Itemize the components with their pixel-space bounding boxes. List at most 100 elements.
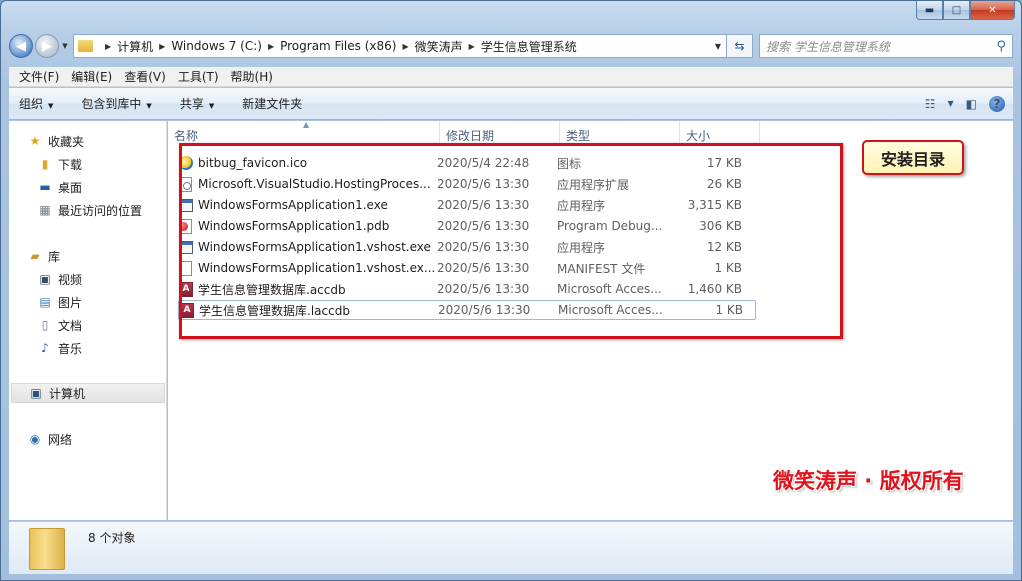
pdb-file-icon xyxy=(178,218,194,234)
file-name: 学生信息管理数据库.laccdb xyxy=(199,303,350,318)
breadcrumb-separator-icon[interactable]: ▶ xyxy=(469,42,475,51)
star-icon: ★ xyxy=(29,134,41,148)
file-row[interactable]: WindowsFormsApplication1.vshost.ex... 20… xyxy=(178,258,756,278)
breadcrumb-separator-icon[interactable]: ▶ xyxy=(159,42,165,51)
new-folder-button[interactable]: 新建文件夹 xyxy=(242,95,302,112)
search-input[interactable]: 搜索 学生信息管理系统 ⚲ xyxy=(759,34,1013,58)
breadcrumb-item-program-files[interactable]: Program Files (x86) xyxy=(280,39,396,53)
column-label: 大小 xyxy=(686,129,711,143)
exe-file-icon xyxy=(178,197,194,213)
nav-item-network[interactable]: ◉ 网络 xyxy=(27,429,72,449)
file-date: 2020/5/6 13:30 xyxy=(437,177,530,191)
column-header-name[interactable]: ▲ 名称 xyxy=(168,120,440,145)
file-name: 学生信息管理数据库.accdb xyxy=(198,282,346,297)
nav-label: 图片 xyxy=(58,295,83,310)
breadcrumb-item-drive[interactable]: Windows 7 (C:) xyxy=(171,39,262,53)
forward-button[interactable]: ▶ xyxy=(35,34,59,58)
nav-item-desktop[interactable]: ▬ 桌面 xyxy=(37,177,82,197)
command-bar: 组织 ▼ 包含到库中 ▼ 共享 ▼ 新建文件夹 ☷ ▼ ◧ ? xyxy=(9,88,1013,120)
file-name: WindowsFormsApplication1.vshost.exe xyxy=(198,240,431,254)
nav-item-pictures[interactable]: ▤ 图片 xyxy=(37,292,82,312)
file-name-cell: WindowsFormsApplication1.exe xyxy=(178,197,437,213)
music-icon: ♪ xyxy=(41,341,49,355)
nav-item-recent[interactable]: ▦ 最近访问的位置 xyxy=(37,200,142,220)
recent-pages-dropdown[interactable]: ▼ xyxy=(59,42,71,50)
menu-edit[interactable]: 编辑(E) xyxy=(65,68,118,85)
file-name-cell: Microsoft.VisualStudio.HostingProces... xyxy=(178,176,437,192)
file-row[interactable]: WindowsFormsApplication1.pdb 2020/5/6 13… xyxy=(178,216,756,236)
file-name-cell: WindowsFormsApplication1.vshost.ex... xyxy=(178,260,437,276)
nav-label: 音乐 xyxy=(58,341,83,356)
nav-item-downloads[interactable]: ▮ 下载 xyxy=(37,154,82,174)
file-size: 1 KB xyxy=(714,261,742,275)
network-icon: ◉ xyxy=(29,432,41,446)
file-size: 17 KB xyxy=(706,156,742,170)
address-bar[interactable]: ▶ 计算机 ▶ Windows 7 (C:) ▶ Program Files (… xyxy=(73,34,727,58)
file-date: 2020/5/6 13:30 xyxy=(437,219,530,233)
breadcrumb-item-vendor[interactable]: 微笑涛声 xyxy=(415,38,463,55)
file-size: 26 KB xyxy=(706,177,742,191)
menu-tools[interactable]: 工具(T) xyxy=(172,68,225,85)
preview-pane-icon[interactable]: ◧ xyxy=(966,97,977,111)
file-name: bitbug_favicon.ico xyxy=(198,156,308,170)
documents-icon: ▯ xyxy=(41,318,49,332)
breadcrumb-item-current[interactable]: 学生信息管理系统 xyxy=(481,38,577,55)
file-type: Microsoft Acces... xyxy=(558,303,663,317)
file-list: ▲ 名称 修改日期 类型 大小 bitbug_favicon.ico 2020/5… xyxy=(168,120,1013,520)
file-size: 1,460 KB xyxy=(687,282,742,296)
nav-item-videos[interactable]: ▣ 视频 xyxy=(37,269,82,289)
organize-button[interactable]: 组织 ▼ xyxy=(19,95,53,112)
address-history-dropdown[interactable]: ▼ xyxy=(710,42,726,51)
back-button[interactable]: ◀ xyxy=(9,34,33,58)
file-date: 2020/5/6 13:30 xyxy=(437,282,530,296)
access-file-icon: A xyxy=(178,281,194,297)
breadcrumb-item-computer[interactable]: 计算机 xyxy=(117,38,153,55)
file-size: 306 KB xyxy=(699,219,742,233)
nav-label: 最近访问的位置 xyxy=(58,203,143,218)
video-icon: ▣ xyxy=(39,272,51,286)
forward-arrow-icon: ▶ xyxy=(42,38,52,54)
share-button[interactable]: 共享 ▼ xyxy=(180,95,214,112)
file-size: 1 KB xyxy=(715,303,743,317)
include-in-library-button[interactable]: 包含到库中 ▼ xyxy=(81,95,151,112)
column-label: 名称 xyxy=(174,129,199,143)
computer-icon: ▣ xyxy=(30,386,42,400)
nav-item-computer[interactable]: ▣ 计算机 xyxy=(11,383,165,403)
nav-item-favorites[interactable]: ★ 收藏夹 xyxy=(27,131,84,151)
nav-item-music[interactable]: ♪ 音乐 xyxy=(37,338,82,358)
column-header-type[interactable]: 类型 xyxy=(560,121,680,145)
breadcrumb-separator-icon[interactable]: ▶ xyxy=(268,42,274,51)
column-header-size[interactable]: 大小 xyxy=(680,121,760,145)
view-mode-dropdown-icon[interactable]: ▼ xyxy=(948,99,954,108)
file-row-selected[interactable]: A 学生信息管理数据库.laccdb 2020/5/6 13:30 Microso… xyxy=(178,300,756,320)
nav-label: 下载 xyxy=(58,157,83,172)
column-header-date[interactable]: 修改日期 xyxy=(440,121,560,145)
file-type: Program Debug... xyxy=(557,219,663,233)
maximize-button[interactable]: □ xyxy=(943,1,970,20)
address-row: ◀ ▶ ▼ ▶ 计算机 ▶ Windows 7 (C:) ▶ Program F… xyxy=(9,33,1013,59)
search-icon[interactable]: ⚲ xyxy=(996,39,1006,54)
file-date: 2020/5/4 22:48 xyxy=(437,156,530,170)
menu-view[interactable]: 查看(V) xyxy=(118,68,172,85)
blank-file-icon xyxy=(178,260,194,276)
file-type: 应用程序 xyxy=(557,198,606,213)
help-icon[interactable]: ? xyxy=(989,95,1005,112)
file-row[interactable]: WindowsFormsApplication1.exe 2020/5/6 13… xyxy=(178,195,756,215)
minimize-button[interactable]: ▬ xyxy=(916,1,943,20)
column-headers: ▲ 名称 修改日期 类型 大小 xyxy=(168,120,763,145)
file-row[interactable]: WindowsFormsApplication1.vshost.exe 2020… xyxy=(178,237,756,257)
breadcrumb-separator-icon[interactable]: ▶ xyxy=(105,42,111,51)
menu-file[interactable]: 文件(F) xyxy=(13,68,65,85)
file-row[interactable]: A 学生信息管理数据库.accdb 2020/5/6 13:30 Microsof… xyxy=(178,279,756,299)
file-row[interactable]: bitbug_favicon.ico 2020/5/4 22:48 图标 17 … xyxy=(178,153,756,173)
breadcrumb-separator-icon[interactable]: ▶ xyxy=(402,42,408,51)
nav-item-libraries[interactable]: ▰ 库 xyxy=(27,246,60,266)
menu-help[interactable]: 帮助(H) xyxy=(225,68,279,85)
nav-item-documents[interactable]: ▯ 文档 xyxy=(37,315,82,335)
close-button[interactable]: ✕ xyxy=(970,1,1015,20)
file-name-cell: A 学生信息管理数据库.laccdb xyxy=(179,302,438,319)
exe-file-icon xyxy=(178,239,194,255)
file-row[interactable]: Microsoft.VisualStudio.HostingProces... … xyxy=(178,174,756,194)
view-mode-icon[interactable]: ☷ xyxy=(925,97,936,111)
refresh-button[interactable]: ⇆ xyxy=(727,34,753,58)
